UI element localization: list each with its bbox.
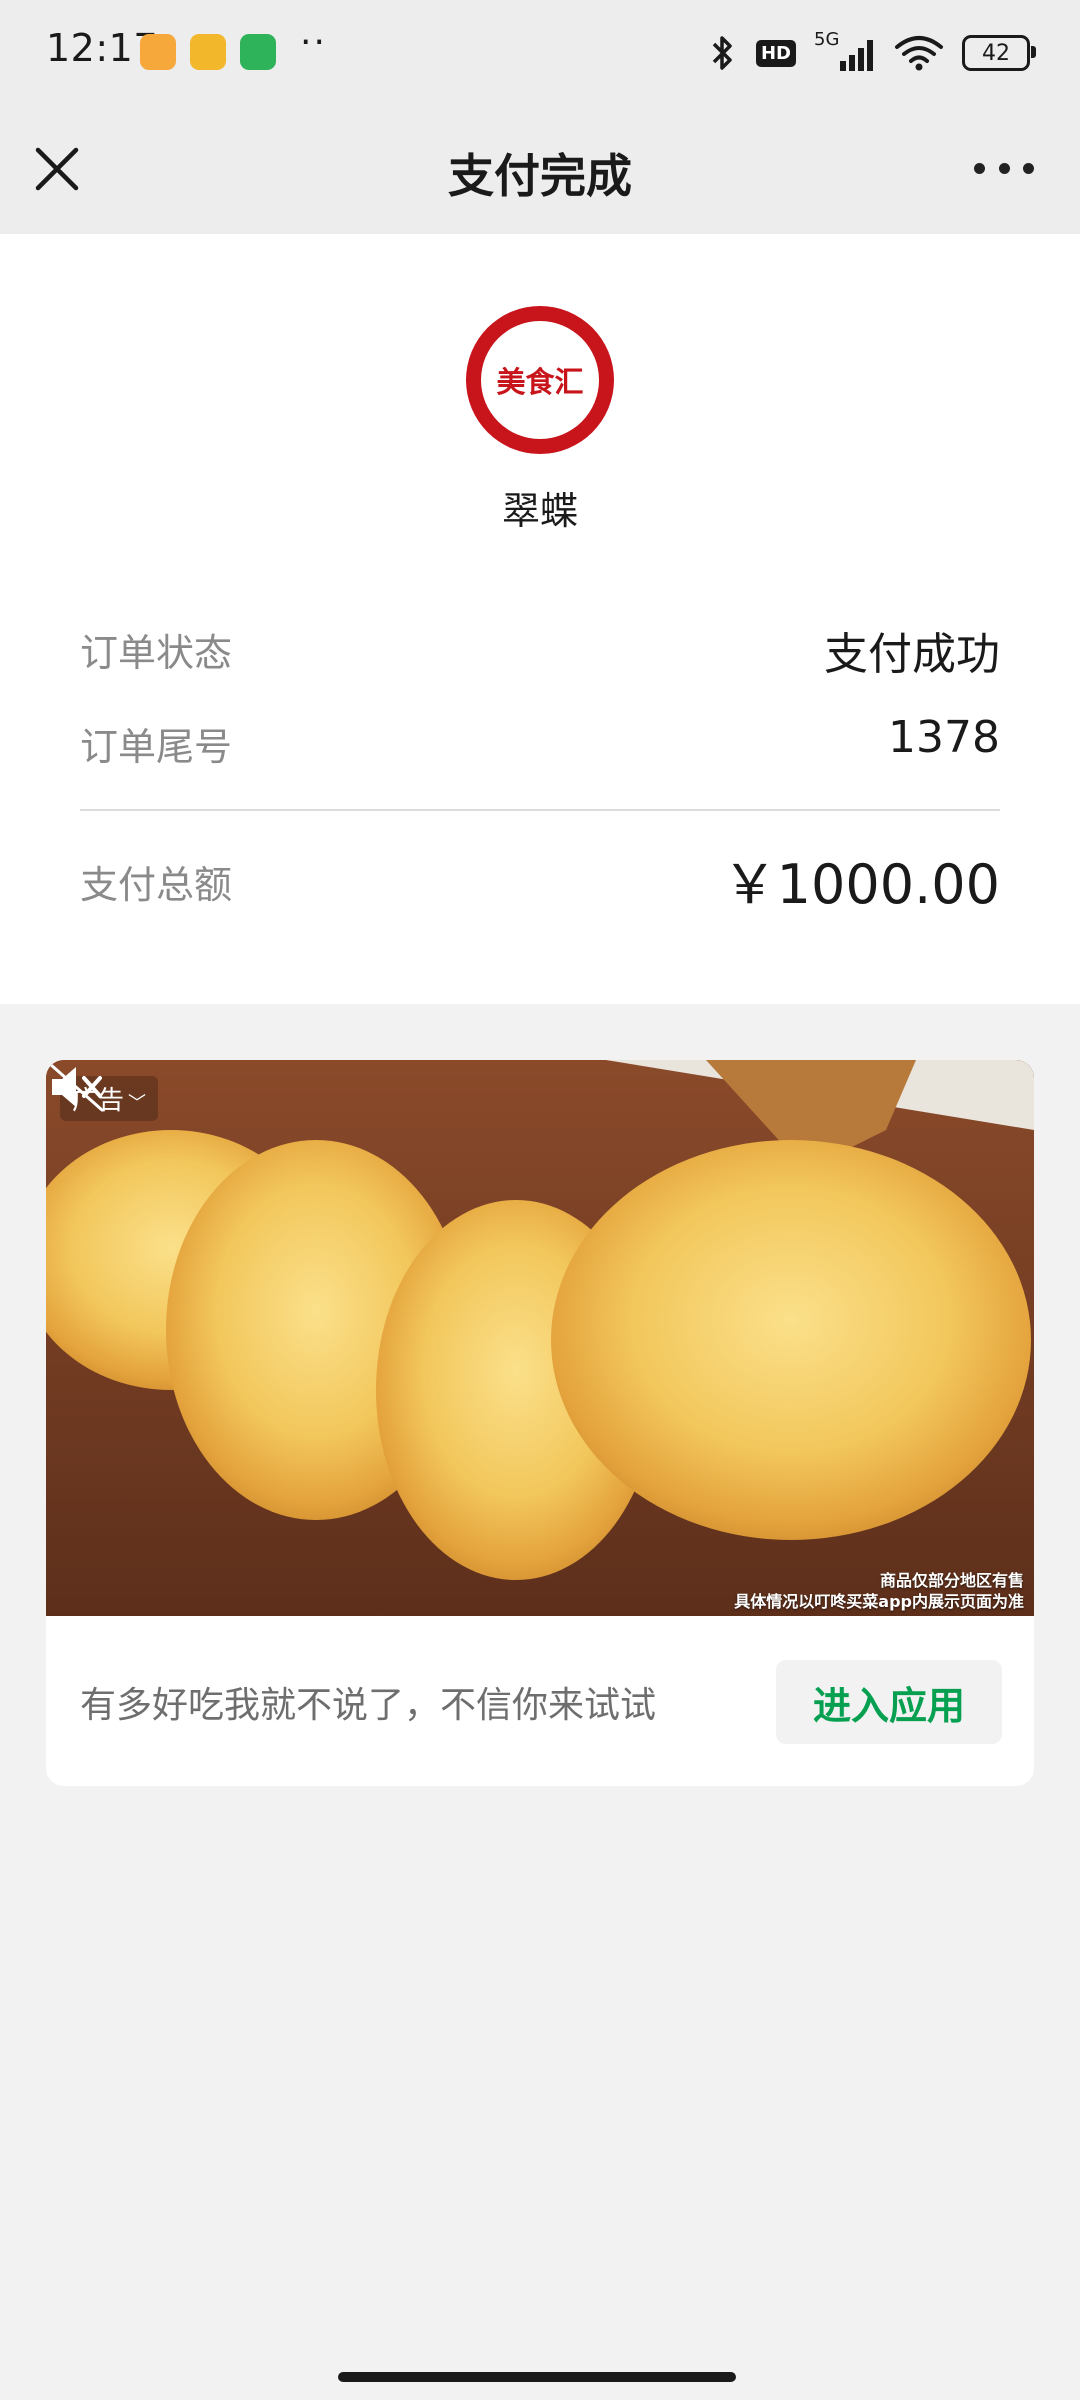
total-amount-label: 支付总额	[80, 863, 233, 907]
total-amount-value: ￥1000.00	[722, 853, 1000, 916]
hd-badge: HD	[755, 39, 796, 67]
order-number-label: 订单尾号	[80, 725, 233, 769]
more-notifications-icon: ··	[300, 22, 327, 63]
bluetooth-icon	[712, 36, 732, 70]
merchant-logo: 美食汇	[466, 306, 614, 454]
ad-description: 有多好吃我就不说了，不信你来试试	[80, 1685, 657, 1726]
files-app-icon	[140, 34, 176, 70]
ad-card[interactable]: 广告 ﹀ 商品仅部分地区有售 具体情况以叮咚买菜app内展示页面为准 有多好吃我就…	[46, 1060, 1034, 1786]
status-bar: 12:17 ·· HD 5G 42	[0, 0, 1080, 104]
food-image	[46, 1060, 1034, 1616]
more-icon[interactable]	[974, 156, 1034, 180]
divider	[80, 809, 1000, 811]
open-app-button[interactable]: 进入应用	[776, 1660, 1002, 1744]
mail-app-icon	[190, 34, 226, 70]
ad-disclaimer: 商品仅部分地区有售 具体情况以叮咚买菜app内展示页面为准	[734, 1570, 1024, 1612]
navigation-header: 支付完成	[0, 104, 1080, 234]
order-summary-card: 美食汇 翠蝶 订单状态 支付成功 订单尾号 1378 支付总额 ￥1000.00	[0, 234, 1080, 1004]
wifi-icon	[895, 36, 943, 71]
battery-level: 42	[982, 40, 1010, 66]
chevron-down-icon: ﹀	[128, 1093, 147, 1114]
signal-icon: 5G	[814, 29, 876, 73]
ad-disclaimer-line-1: 商品仅部分地区有售	[879, 1571, 1024, 1590]
mute-icon[interactable]	[46, 1060, 106, 1114]
ad-video[interactable]: 广告 ﹀ 商品仅部分地区有售 具体情况以叮咚买菜app内展示页面为准	[46, 1060, 1034, 1616]
status-indicators: HD 5G 42	[708, 29, 1036, 76]
home-indicator[interactable]	[338, 2372, 736, 2382]
order-number-value: 1378	[888, 712, 1000, 763]
order-status-value: 支付成功	[824, 629, 1000, 680]
merchant-logo-text: 美食汇	[481, 321, 599, 439]
merchant-name: 翠蝶	[501, 489, 578, 533]
battery-icon: 42	[962, 35, 1036, 71]
ad-disclaimer-line-2: 具体情况以叮咚买菜app内展示页面为准	[734, 1592, 1024, 1611]
order-status-label: 订单状态	[80, 631, 233, 675]
page-title: 支付完成	[448, 149, 632, 203]
phone-app-icon	[240, 34, 276, 70]
